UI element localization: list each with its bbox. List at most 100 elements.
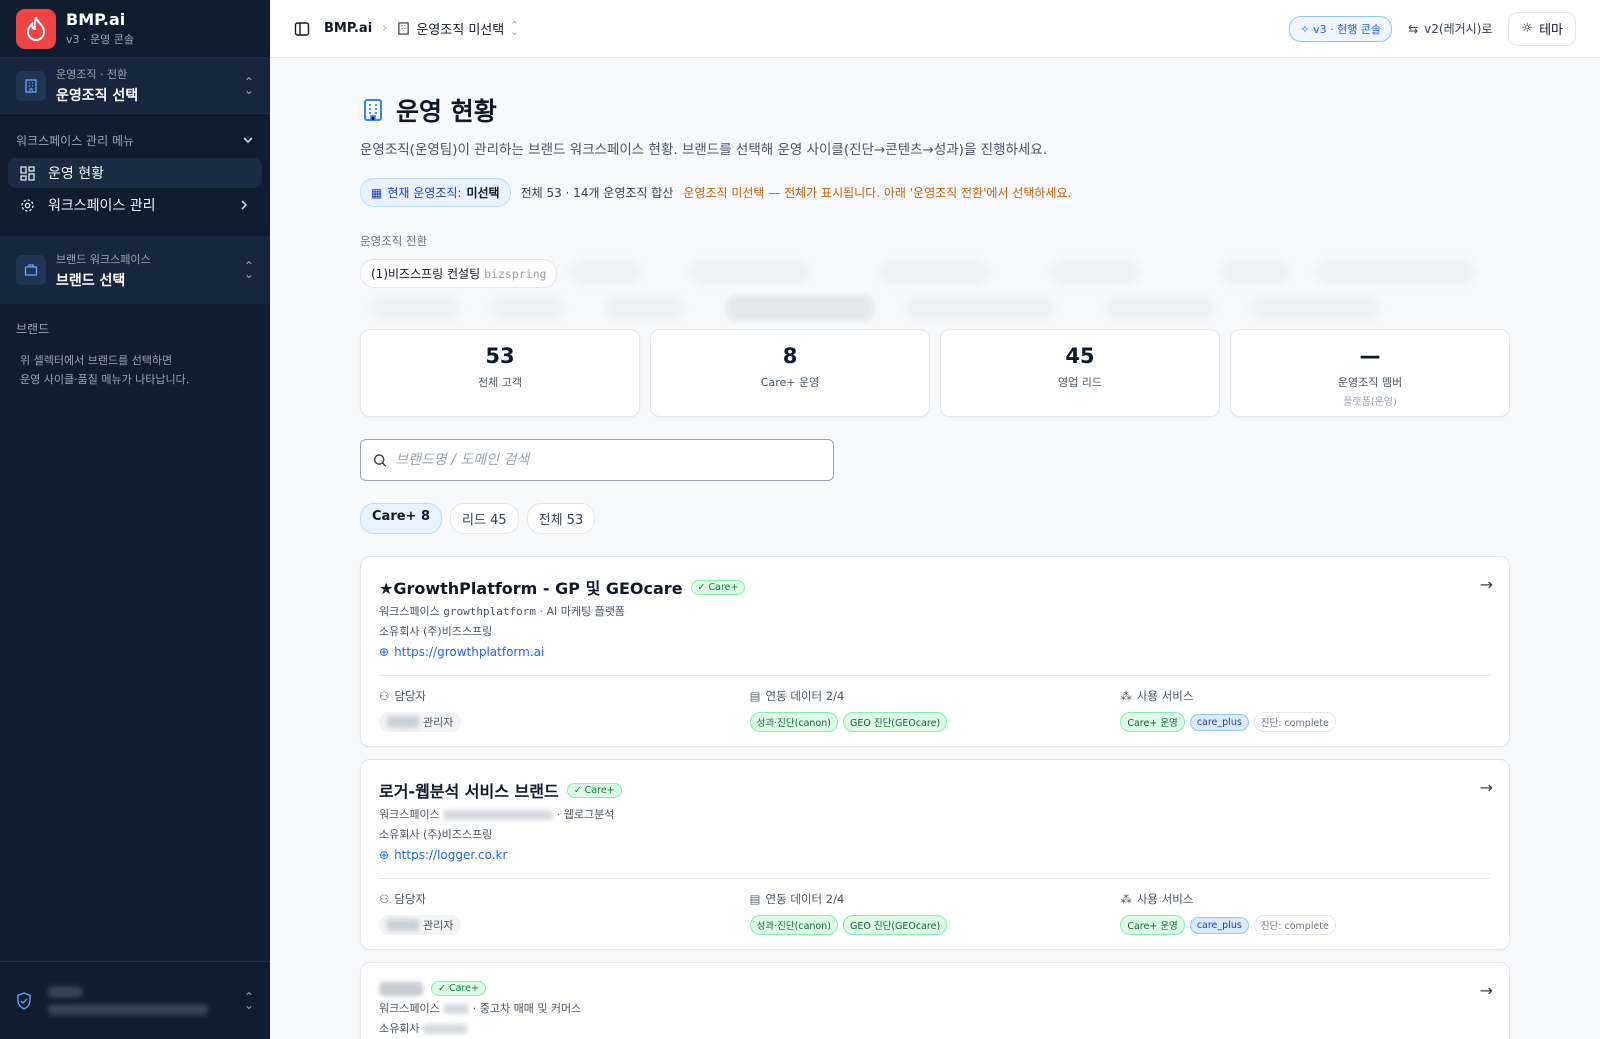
breadcrumb-app[interactable]: BMP.ai	[324, 21, 372, 36]
sidebar: BMP.ai v3 · 운영 콘솔 운영조직 · 전환 운영조직 선택 ⌃ ⌄ 워…	[0, 0, 270, 1039]
dashboard-icon	[20, 165, 38, 181]
org-chip-redacted[interactable]	[1105, 295, 1215, 321]
brand-url-link[interactable]: ⊕ https://growthplatform.ai	[379, 645, 1491, 659]
topbar: BMP.ai › 운영조직 미선택 ⌃ ⌄ ✧ v3 · 현행 콘솔 ⇆ v2(레…	[270, 0, 1600, 58]
arrow-right-icon[interactable]: →	[1480, 778, 1493, 797]
legacy-link[interactable]: ⇆ v2(레거시)로	[1408, 20, 1492, 37]
brand-url: https://logger.co.kr	[394, 848, 508, 862]
service-label: 사용 서비스	[1136, 892, 1194, 906]
data-label: 연동 데이터 2/4	[765, 689, 845, 703]
service-tag: care_plus	[1189, 713, 1249, 731]
org-chip-redacted[interactable]	[905, 295, 1055, 321]
brand-ws-value: 브랜드 선택	[56, 272, 126, 289]
sidebar-item-label: 운영 현황	[48, 166, 104, 182]
v3-console-label: v3 · 현행 콘솔	[1313, 22, 1382, 36]
manager-label: 담당자	[394, 689, 427, 703]
org-chip-redacted[interactable]	[490, 295, 565, 321]
stat-card-leads: 45 영업 리드	[940, 329, 1220, 417]
services-icon: ⁂	[1120, 689, 1132, 703]
briefcase-icon	[16, 255, 46, 285]
org-chip-redacted[interactable]	[1220, 259, 1290, 285]
org-chip-redacted[interactable]	[725, 295, 875, 321]
current-org-warning: 운영조직 미선택 — 전체가 표시됩니다. 아래 '운영조직 전환'에서 선택하…	[683, 186, 1072, 200]
stat-value: 8	[782, 344, 798, 368]
menu-section-header[interactable]: 워크스페이스 관리 메뉴	[0, 122, 270, 158]
filter-all[interactable]: 전체 53	[526, 503, 596, 534]
org-switch-section-label: 운영조직 전환	[360, 234, 428, 248]
data-label: 연동 데이터 2/4	[765, 892, 845, 906]
brand-card[interactable]: 로거-웹분석 서비스 브랜드 ✓ Care+ → 워크스페이스 · 웹로그분석 소…	[360, 759, 1510, 950]
org-chip-redacted[interactable]	[370, 295, 460, 321]
user-icon: ⚇	[379, 892, 390, 906]
user-icon: ⚇	[379, 689, 390, 703]
badge-label: Care+	[584, 784, 615, 796]
sidebar-header: BMP.ai v3 · 운영 콘솔	[0, 0, 270, 58]
workspace-label: 워크스페이스	[379, 1002, 440, 1015]
swap-icon: ⇆	[1408, 21, 1419, 36]
brand-card-title: 로거-웹분석 서비스 브랜드	[379, 782, 559, 801]
service-tag: Care+ 운영	[1120, 712, 1185, 732]
building-icon	[364, 99, 382, 121]
current-org-row: ▦ 현재 운영조직: 미선택 전체 53 · 14개 운영조직 합산 운영조직 …	[360, 178, 1510, 207]
org-chip-redacted[interactable]	[570, 259, 640, 285]
page-description: 운영조직(운영팀)이 관리하는 브랜드 워크스페이스 현황. 브랜드를 선택해 …	[360, 142, 1048, 158]
stat-label: Care+ 운영	[760, 376, 820, 389]
main-content: 운영 현황 운영조직(운영팀)이 관리하는 브랜드 워크스페이스 현황. 브랜드…	[360, 58, 1510, 1039]
menu-title: 워크스페이스 관리 메뉴	[16, 133, 135, 148]
breadcrumb: BMP.ai › 운영조직 미선택 ⌃ ⌄	[294, 19, 519, 38]
divider	[379, 675, 1491, 676]
breadcrumb-org[interactable]: 운영조직 미선택	[416, 19, 504, 38]
current-org-pill: ▦ 현재 운영조직: 미선택	[360, 178, 511, 207]
brand-card[interactable]: ★GrowthPlatform - GP 및 GEOcare ✓ Care+ → …	[360, 556, 1510, 747]
org-chip-redacted[interactable]	[690, 259, 810, 285]
manager-label: 담당자	[394, 892, 427, 906]
brand-hint-line-2: 운영 사이클·품질 메뉴가 나타납니다.	[20, 373, 190, 386]
brand-hint: 위 셀렉터에서 브랜드를 선택하면 운영 사이클·품질 메뉴가 나타납니다.	[0, 337, 270, 389]
chevron-up-down-icon[interactable]: ⌃ ⌄	[510, 20, 518, 37]
sidebar-item-workspace-manage[interactable]: 워크스페이스 관리	[8, 190, 262, 220]
sidebar-toggle-icon[interactable]	[294, 21, 310, 37]
org-switch-label: 운영조직 · 전환	[56, 68, 128, 81]
service-tag: care_plus	[1189, 916, 1249, 934]
org-chip-redacted[interactable]	[1050, 259, 1140, 285]
owner-name-redacted	[422, 1024, 467, 1034]
badge-label: Care+	[448, 983, 479, 994]
filter-care-plus[interactable]: Care+ 8	[360, 503, 443, 534]
divider	[379, 878, 1491, 879]
brand-card[interactable]: ✓ Care+ → 워크스페이스 · 중고차 매매 및 커머스 소유회사	[360, 962, 1510, 1039]
chevron-up-down-icon: ⌃ ⌄	[243, 989, 254, 1012]
sidebar-item-dashboard[interactable]: 운영 현황	[8, 158, 262, 188]
services-icon: ⁂	[1120, 892, 1132, 906]
stat-value: 45	[1065, 344, 1095, 368]
user-email-redacted	[48, 1004, 208, 1015]
org-chip-redacted[interactable]	[1315, 259, 1475, 285]
arrow-right-icon[interactable]: →	[1480, 981, 1493, 1000]
org-chip-redacted[interactable]	[1250, 295, 1380, 321]
flame-logo-icon[interactable]	[16, 8, 56, 49]
arrow-right-icon[interactable]: →	[1480, 575, 1493, 594]
search-input[interactable]	[395, 452, 821, 468]
building-icon	[16, 70, 46, 101]
brand-card-title-redacted	[379, 981, 423, 996]
database-icon: ▤	[749, 892, 761, 906]
app-name: BMP.ai	[66, 10, 126, 29]
brand-switcher[interactable]: 브랜드 워크스페이스 브랜드 선택 ⌃ ⌄	[0, 236, 270, 304]
care-plus-badge: ✓ Care+	[566, 782, 622, 798]
org-switcher[interactable]: 운영조직 · 전환 운영조직 선택 ⌃ ⌄	[0, 58, 270, 114]
search-box[interactable]	[360, 439, 834, 481]
page-title-row: 운영 현황	[360, 92, 1510, 128]
org-chip-redacted[interactable]	[605, 295, 685, 321]
sun-icon: ☼	[1521, 21, 1534, 36]
brand-ws-label: 브랜드 워크스페이스	[56, 252, 151, 266]
workspace-desc: · AI 마케팅 플랫폼	[539, 605, 625, 618]
theme-button[interactable]: ☼ 테마	[1508, 11, 1576, 46]
brand-url-link[interactable]: ⊕ https://logger.co.kr	[379, 848, 1491, 862]
org-chip[interactable]: (1)비즈스프링 컨설팅 bizspring	[360, 259, 558, 288]
stat-value: —	[1359, 344, 1381, 368]
org-chip-code: bizspring	[484, 267, 547, 281]
current-org-total: 전체 53 · 14개 운영조직 합산	[520, 186, 674, 200]
user-menu[interactable]: ⌃ ⌄	[0, 961, 270, 1039]
owner-company: 소유회사	[379, 1020, 1491, 1036]
filter-leads[interactable]: 리드 45	[450, 503, 519, 534]
org-chip-redacted[interactable]	[880, 259, 990, 285]
